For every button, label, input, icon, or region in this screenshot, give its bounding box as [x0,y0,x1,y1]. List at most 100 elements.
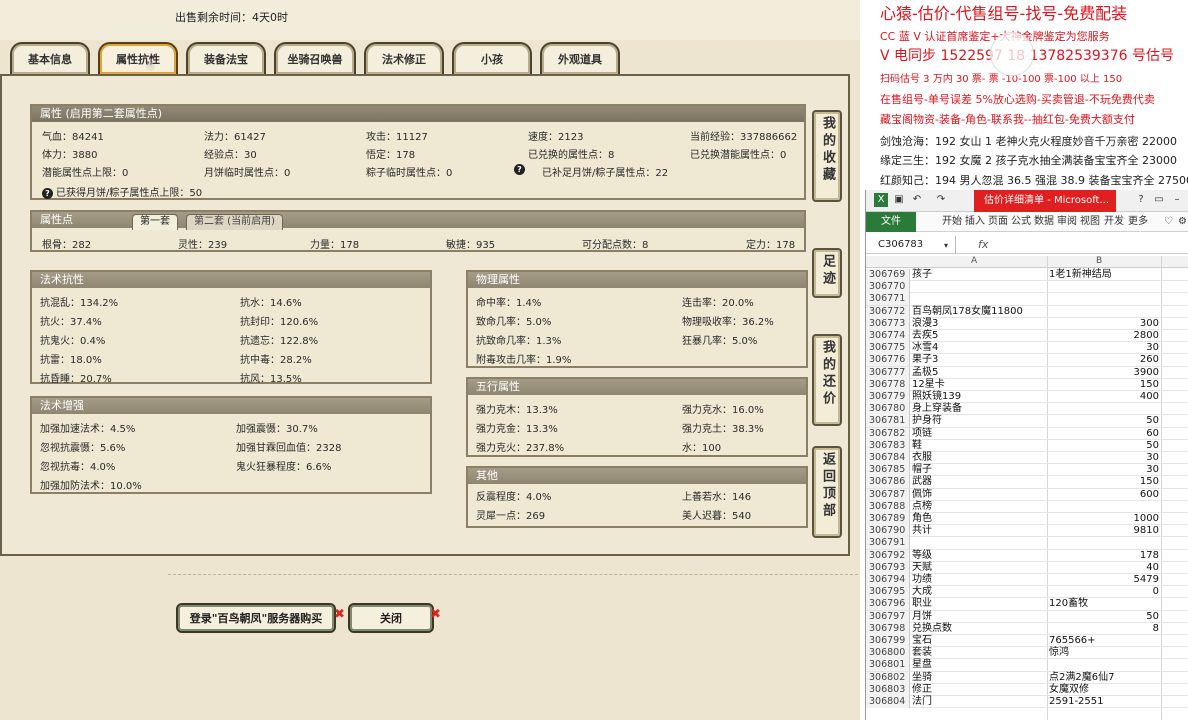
menu-4[interactable]: 公式 [1011,212,1031,232]
row-number[interactable]: 306802 [866,671,910,684]
cell-b[interactable]: 3900 [1049,367,1159,379]
menu-8[interactable]: 开发 [1104,212,1124,232]
tab-1[interactable]: 属性抗性 [98,42,178,74]
cell-b[interactable]: 600 [1049,489,1159,501]
cell-a[interactable]: 职业 [912,598,932,610]
cell-a[interactable]: 12星卡 [912,379,945,391]
cell-a[interactable]: 孩子 [912,269,932,281]
row-number[interactable]: 306778 [866,378,910,391]
cell-a[interactable]: 功绩 [912,574,932,586]
row-number[interactable]: 306771 [866,293,910,306]
menu-7[interactable]: 视图 [1080,212,1100,232]
cell-b[interactable]: 50 [1049,611,1159,623]
cell-a[interactable]: 坐骑 [912,672,932,684]
cell-b[interactable]: 30 [1049,452,1159,464]
row-number[interactable]: 306780 [866,403,910,416]
cell-a[interactable]: 修正 [912,684,932,696]
row-number[interactable]: 306801 [866,659,910,672]
cell-b[interactable]: 178 [1049,550,1159,562]
footprint-button[interactable]: 足迹 [812,248,842,298]
save-icon[interactable]: ▣ [892,193,906,207]
tab-3[interactable]: 坐骑召唤兽 [274,42,356,74]
row-number[interactable]: 306788 [866,500,910,513]
cell-a[interactable]: 天赋 [912,562,932,574]
heart-icon[interactable]: ♡ [1164,212,1173,232]
row-number[interactable]: 306790 [866,525,910,538]
row-number[interactable]: 306795 [866,586,910,599]
close-button[interactable]: 关闭 [348,603,434,633]
cell-b[interactable]: 点2满2魔6仙7 [1049,672,1159,684]
tab-5[interactable]: 小孩 [452,42,532,74]
row-number[interactable]: 306793 [866,561,910,574]
cell-b[interactable]: 惊鸿 [1049,647,1159,659]
row-number[interactable]: 306779 [866,391,910,403]
cell-a[interactable]: 衣服 [912,452,932,464]
cell-a[interactable]: 套装 [912,647,932,659]
counter-offer-button[interactable]: 我的还价 [812,334,842,426]
cell-b[interactable]: 40 [1049,562,1159,574]
cell-a[interactable]: 法门 [912,696,932,708]
row-number[interactable]: 306772 [866,305,910,318]
cell-b[interactable]: 150 [1049,379,1159,391]
row-number[interactable]: 306794 [866,574,910,586]
cell-a[interactable]: 身上穿装备 [912,403,962,415]
favorites-button[interactable]: 我的收藏 [812,110,842,202]
cell-a[interactable]: 鞋 [912,440,922,452]
cell-a[interactable]: 照妖镜139 [912,391,961,403]
cell-b[interactable]: 9810 [1049,525,1159,537]
cell-a[interactable]: 冰雪4 [912,342,938,354]
menu-1[interactable]: 开始 [942,212,962,232]
cell-a[interactable]: 兑换点数 [912,623,952,635]
cell-b[interactable]: 50 [1049,440,1159,452]
row-number[interactable]: 306787 [866,488,910,501]
cell-a[interactable]: 果子3 [912,354,938,366]
menu-file[interactable]: 文件 [866,212,916,232]
row-number[interactable]: 306770 [866,281,910,294]
cell-a[interactable]: 共计 [912,525,932,537]
col-a-header[interactable]: A [971,256,977,266]
cell-b[interactable]: 8 [1049,623,1159,635]
cell-b[interactable]: 50 [1049,415,1159,427]
cell-a[interactable]: 大成 [912,586,932,598]
row-number[interactable]: 306803 [866,683,910,696]
cell-a[interactable]: 角色 [912,513,932,525]
row-number[interactable]: 306776 [866,354,910,367]
minimize-icon[interactable]: – [1170,193,1184,207]
row-number[interactable]: 306781 [866,415,910,428]
cell-b[interactable]: 60 [1049,428,1159,440]
dropdown-icon[interactable]: ▾ [944,236,948,256]
menu-3[interactable]: 页面 [988,212,1008,232]
cell-a[interactable]: 点榜 [912,501,932,513]
row-number[interactable]: 306785 [866,464,910,477]
cell-a[interactable]: 武器 [912,476,932,488]
row-number[interactable]: 306789 [866,513,910,525]
row-number[interactable]: 306796 [866,598,910,611]
cell-a[interactable]: 孟极5 [912,367,938,379]
tab-2[interactable]: 装备法宝 [186,42,266,74]
redo-icon[interactable]: ↷ [934,193,948,207]
cell-a[interactable]: 星盘 [912,659,932,671]
cell-a[interactable]: 佩饰 [912,489,932,501]
cell-b[interactable]: 400 [1049,391,1159,403]
row-number[interactable]: 306804 [866,696,910,708]
cell-b[interactable]: 1老1新神结局 [1049,269,1159,281]
menu-2[interactable]: 插入 [965,212,985,232]
cell-a[interactable]: 项链 [912,428,932,440]
row-number[interactable]: 306769 [866,269,910,281]
row-number[interactable]: 306800 [866,647,910,660]
col-b-header[interactable]: B [1096,256,1102,266]
cell-b[interactable]: 150 [1049,476,1159,488]
row-number[interactable]: 306798 [866,622,910,635]
cell-a[interactable]: 护身符 [912,415,942,427]
row-number[interactable]: 306784 [866,452,910,464]
menu-9[interactable]: 更多 [1128,212,1148,232]
cell-a[interactable]: 浪漫3 [912,318,938,330]
menu-6[interactable]: 审阅 [1057,212,1077,232]
row-number[interactable]: 306792 [866,549,910,562]
cell-a[interactable]: 等级 [912,550,932,562]
cell-b[interactable]: 120畜牧 [1049,598,1159,610]
settings-icon[interactable]: ⚙ [1178,212,1187,232]
cell-b[interactable]: 2800 [1049,330,1159,342]
cell-b[interactable]: 30 [1049,342,1159,354]
cell-b[interactable]: 30 [1049,464,1159,476]
